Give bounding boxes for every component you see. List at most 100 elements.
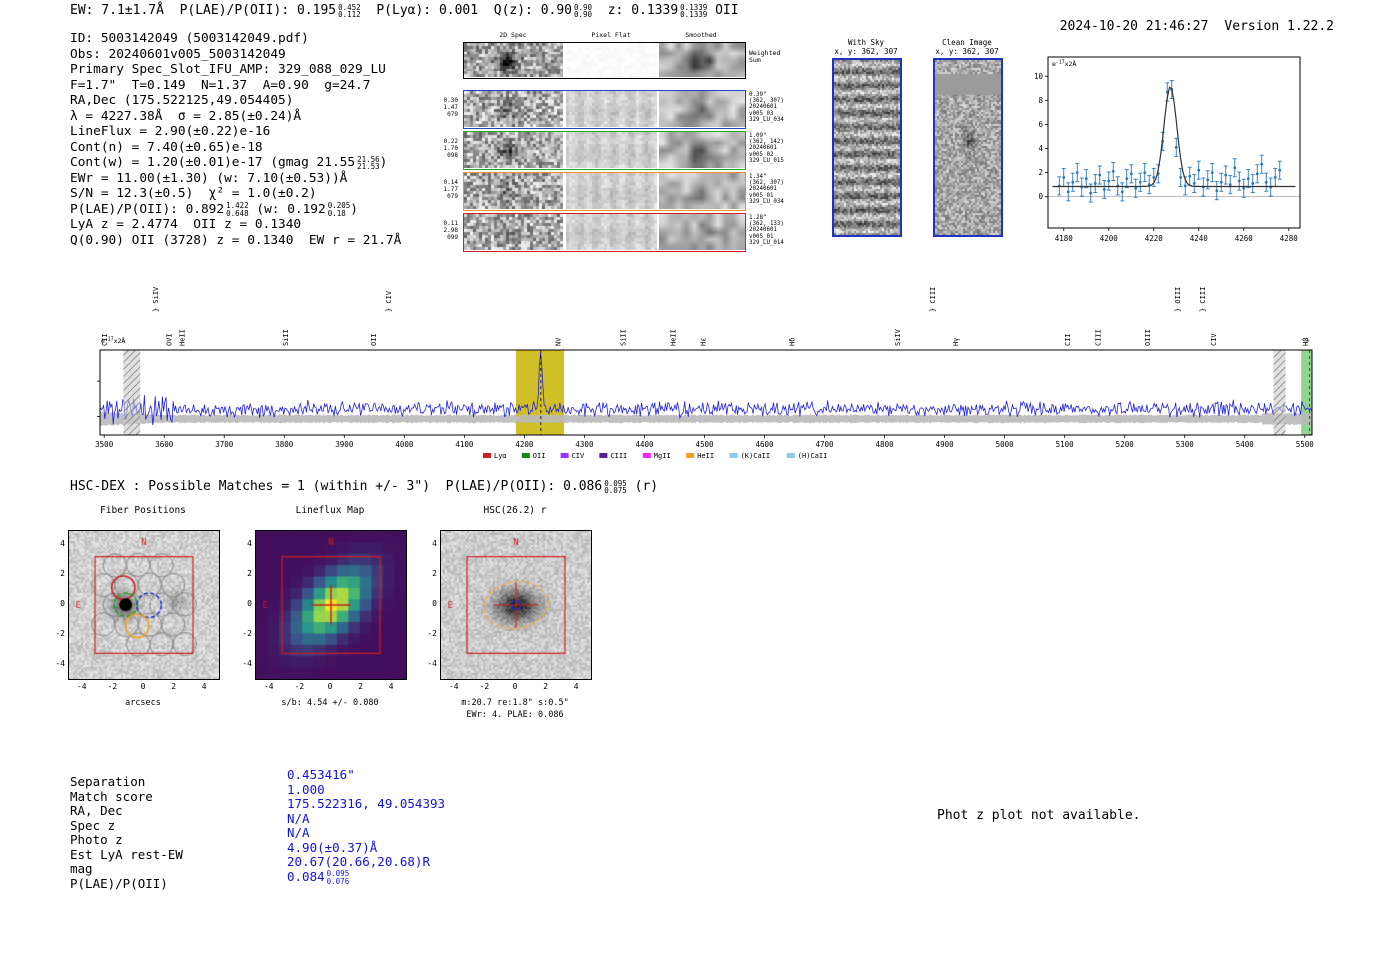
smoothed-image [659,132,745,168]
text-segment: ) [350,201,359,217]
y-tick-label: 2 [247,568,252,578]
legend-label: OII [533,452,546,460]
match-table-value: N/A [287,825,310,840]
column-title: Pixel Flat [591,31,631,39]
row-weight-values: 0.30 1.47 079 [443,97,458,118]
sky-panel [933,58,1003,237]
emission-line-label: CII [101,333,109,346]
x-tick-label: 4200 [515,440,534,449]
legend-swatch [560,453,569,458]
emission-line-label: Hβ [1302,338,1310,346]
spec2d-image [464,173,563,209]
match-table-label: Match score [70,788,153,804]
match-table-label: RA, Dec [70,803,123,818]
y-tick-label: 0 [247,599,252,608]
info-line: Obs: 20240601v005_5003142049 [70,47,401,63]
stacked-limits: 0.1339 0.1339 [680,2,708,19]
x-tick-label: 4 [201,682,207,691]
x-tick-label: 4100 [455,440,474,449]
row-fiber-info: 0.39" (362, 307) 20240601 v005_03 329_LU_034 [749,92,784,123]
sky-panel [832,58,902,237]
photz-note: Phot z plot not available. [937,808,1141,823]
row-weight-values: 0.11 2.98 099 [443,220,458,241]
fiber_positions-canvas [68,530,220,680]
row-fiber-info: 1.28" (362, 133) 20240601 v005_01 329_LU_014 [749,215,784,246]
x-tick-label: 5000 [996,440,1015,449]
match-table-label: Separation [70,774,146,789]
stacked-limits: 21.56 21.53 [357,154,380,171]
spec2d-image [464,91,563,127]
legend-label: MgII [654,452,671,460]
cutout-caption: arcsecs [125,698,161,708]
y-tick-label: -4 [242,659,252,669]
emission-line-label: } SiIV [152,286,160,312]
x-tick-label: -2 [294,682,305,691]
full-spectrum-chart: 3500 3600 3700 3800 3900 4000 4100 4200 4300 4400… [95,286,1314,460]
ylabel-inline: e-17x2Å [1052,59,1076,68]
match-table-value: 20.67(20.66,20.68)R [287,854,430,869]
smoothed-image [659,214,745,250]
x-tick-label: 3600 [155,440,174,449]
info-line: Q(0.90) OII (3728) z = 0.1340 EW r = 21.… [70,233,401,249]
emission-line-label: OII [370,333,378,346]
legend-label: Lyα [494,452,507,460]
text-segment: EWr = 11.00(±1.30) (w: 7.10(±0.53))Å [70,170,348,186]
x-tick-label: 4280 [1280,234,1299,243]
emission-line-label: SiII [282,329,290,346]
emission-line-label: CII [1064,333,1072,346]
cutout-row [463,90,746,129]
legend-swatch [786,453,795,458]
cutout-hsc_cutout: HSC(26.2) r -4 -2 0 2 4 -4 -2 0 2 4 m:20.7 re:1.8" … [417,505,617,730]
cutout-row [463,172,746,211]
detection-info-block: ID: 5003142049 (5003142049.pdf) Obs: 2024… [70,31,401,248]
match-table-value: 0.453416" [287,767,355,782]
text-segment: 0.084 [287,868,325,884]
text-segment: λ = 4227.38Å σ = 2.85(±0.24)Å [70,108,302,124]
info-line: RA,Dec (175.522125,49.054405) [70,93,401,109]
x-tick-label: 4400 [635,440,654,449]
y-tick-label: 4 [1038,144,1043,153]
x-tick-label: 3700 [215,440,234,449]
cutout-caption: m:20.7 re:1.8" s:0.5" [461,698,569,708]
text-segment: (w: 0.192 [248,201,326,217]
match-table-label: P(LAE)/P(OII) [70,875,168,891]
text-segment: P(Lyα): 0.001 Q(z): 0.90 [360,3,573,18]
sky-panel-title: Clean Image x, y: 362, 307 [935,38,999,56]
x-tick-label: 4700 [816,440,835,449]
emission-line-label: CIII [1095,329,1103,346]
lineflux_map-canvas [255,530,407,680]
legend-label: CIV [572,452,585,460]
match-table-value: 1.000 [287,782,325,797]
x-tick-label: 4220 [1145,234,1164,243]
stacked-limits: 0.205 0.18 [327,201,351,218]
y-tick-label: 0 [60,599,65,608]
clean-image [935,60,1001,235]
info-line: λ = 4227.38Å σ = 2.85(±0.24)Å [70,109,401,125]
smoothed-image [659,91,745,127]
x-tick-label: 3500 [95,440,114,449]
cutout-row [463,213,746,252]
pixel-flat-image [566,132,657,168]
x-tick-label: 2 [543,682,549,691]
x-tick-label: 2 [171,682,177,691]
row-weight-values: 0.14 1.77 079 [443,179,458,200]
y-tick-label: 2 [60,568,65,578]
text-segment: Cont(w) = 1.20(±0.01)e-17 (gmag 21.55 [70,155,356,170]
text-segment: Cont(n) = 7.40(±0.65)e-18 [70,139,263,155]
legend-label: (K)CaII [741,452,771,460]
x-tick-label: 0 [140,682,146,691]
emission-line-label: Hγ [952,338,960,346]
x-tick-label: -2 [107,682,118,691]
text-segment: 0.453416" [287,767,355,782]
cutout-caption: EWr: 4. PLAE: 0.086 [466,710,564,720]
text-segment: 20.67(20.66,20.68)R [287,854,430,869]
text-segment: z: 0.1339 [592,3,679,18]
column-title: 2D Spec [499,31,527,39]
version-label: Version 1.22.2 [1224,19,1334,34]
text-segment: F=1.7" T=0.149 N=1.37 A=0.90 g=24.7 [70,77,371,93]
x-tick-label: 4300 [575,440,594,449]
cutout-title: Lineflux Map [295,505,365,516]
info-line: P(LAE)/P(OII): 0.892 1.422 0.648 (w: 0.192… [70,202,401,218]
info-line: F=1.7" T=0.149 N=1.37 A=0.90 g=24.7 [70,78,401,94]
x-tick-label: 2 [358,682,364,691]
